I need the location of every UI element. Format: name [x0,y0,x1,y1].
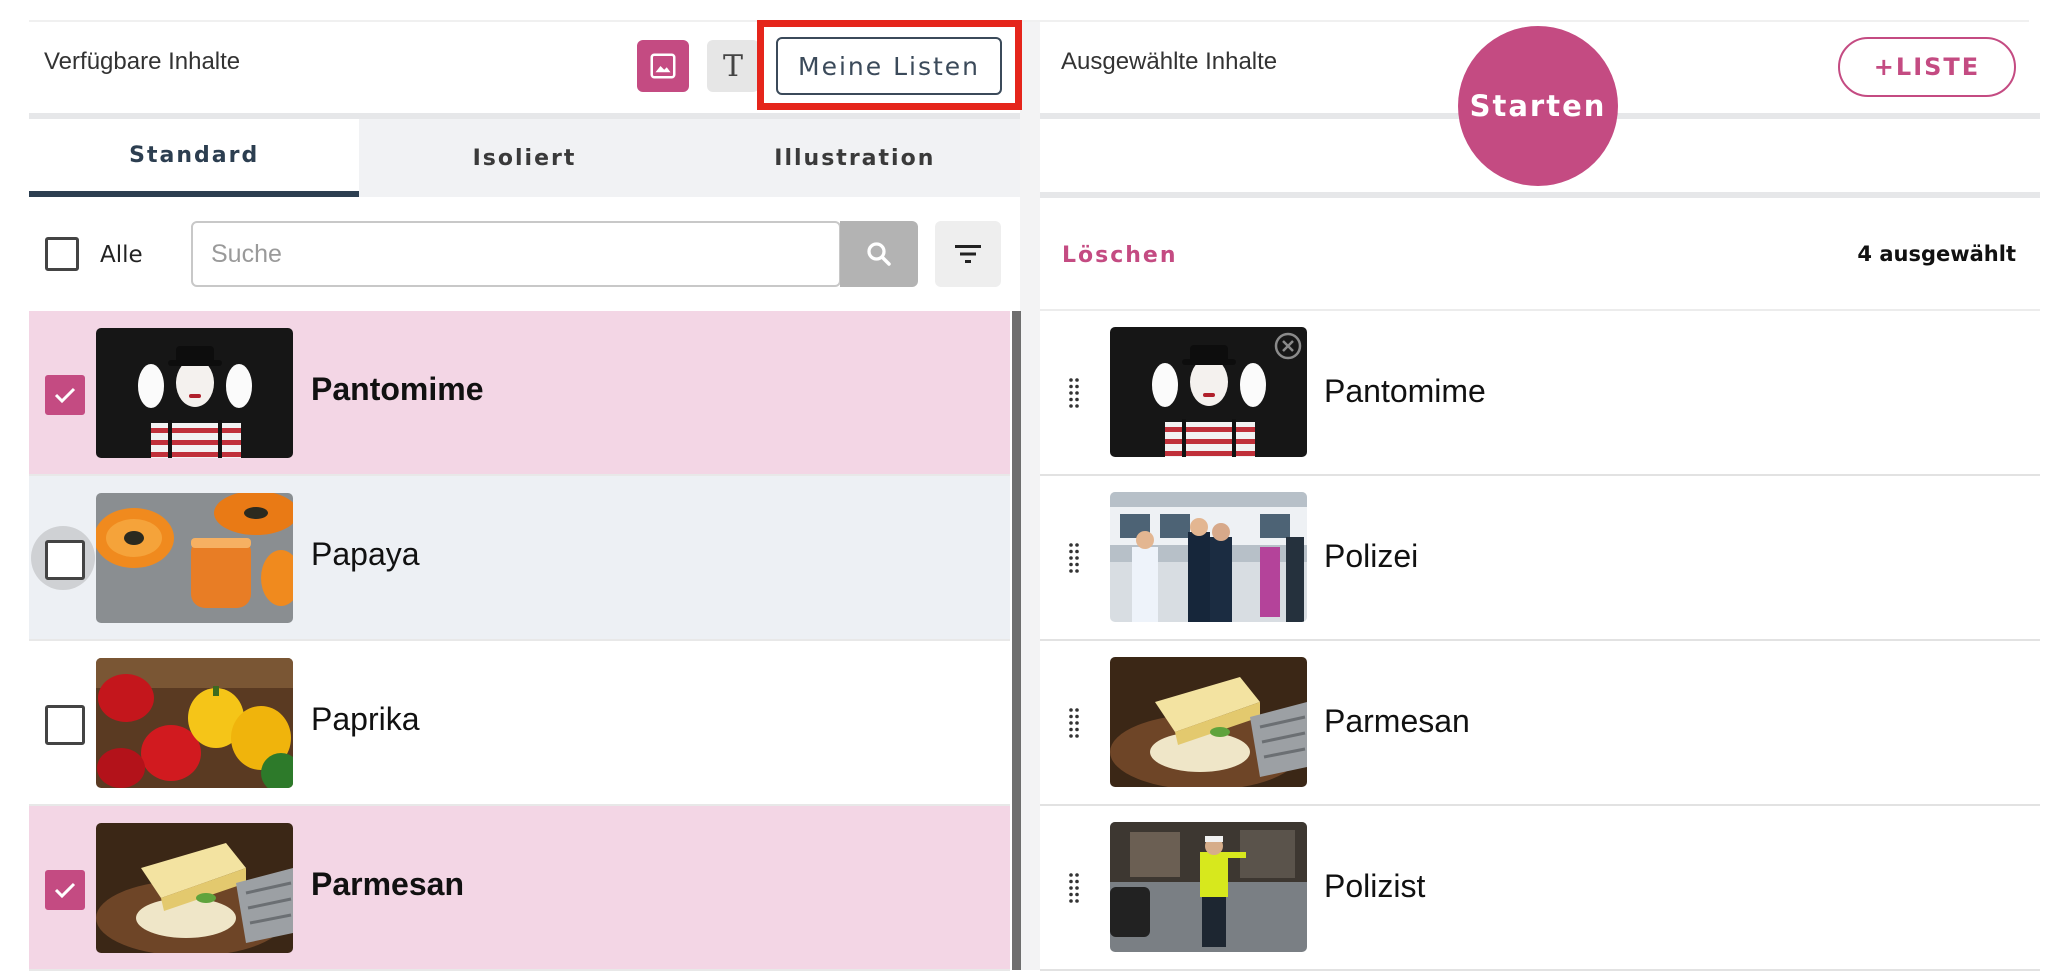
list-item[interactable]: Parmesan [29,806,1010,971]
item-thumbnail [1110,822,1307,952]
image-icon [650,53,676,79]
selected-item[interactable]: Polizei [1040,476,2040,641]
selected-content-title: Ausgewählte Inhalte [1061,48,1278,75]
list-item[interactable]: Paprika [29,641,1010,806]
drag-handle-icon[interactable] [1068,542,1080,574]
selected-list: Pantomime Polizei Parmesan Polizist [1040,311,2040,971]
top-divider [29,20,2029,22]
available-content-title: Verfügbare Inhalte [44,48,241,75]
tab-standard[interactable]: Standard [29,119,360,197]
filter-button[interactable] [935,221,1001,287]
item-thumbnail [96,328,293,458]
list-item[interactable]: Papaya [29,476,1010,641]
check-icon [54,387,76,404]
panel-separator [1020,20,1040,970]
filter-icon [955,245,981,263]
item-label: Parmesan [1324,703,1470,739]
drag-handle-icon[interactable] [1068,377,1080,409]
selected-item[interactable]: Pantomime [1040,311,2040,476]
item-label: Pantomime [1324,373,1486,409]
item-thumbnail [96,658,293,788]
available-list: Pantomime Papaya Paprika Parmesan [29,311,1010,971]
check-icon [54,882,76,899]
item-checkbox[interactable] [45,705,85,745]
my-lists-button[interactable]: Meine Listen [776,37,1002,95]
search-input[interactable] [193,223,839,285]
list-item[interactable]: Pantomime [29,311,1010,476]
right-toolbar-divider [1040,192,2040,198]
text-icon: T [722,48,743,84]
item-label: Pantomime [311,371,484,407]
drag-handle-icon[interactable] [1068,872,1080,904]
remove-icon[interactable] [1274,332,1302,360]
select-all-checkbox[interactable] [45,237,79,271]
item-thumbnail [96,823,293,953]
item-checkbox[interactable] [45,540,85,580]
item-thumbnail [1110,657,1307,787]
start-button[interactable]: Starten [1458,26,1618,186]
tab-isoliert[interactable]: Isoliert [359,119,689,197]
item-checkbox[interactable] [45,870,85,910]
search-button[interactable] [840,221,918,287]
item-checkbox[interactable] [45,375,85,415]
selected-count: 4 ausgewählt [1857,242,2016,266]
item-thumbnail [96,493,293,623]
drag-handle-icon[interactable] [1068,707,1080,739]
item-thumbnail [1110,492,1307,622]
list-scrollbar[interactable] [1012,311,1021,970]
item-thumbnail [1110,327,1307,457]
image-mode-button[interactable] [637,40,689,92]
select-all-label: Alle [100,242,143,268]
search-icon [867,242,891,266]
category-tabs: Standard Isoliert Illustration [29,119,1020,197]
tab-illustration[interactable]: Illustration [690,119,1020,197]
selected-item[interactable]: Polizist [1040,806,2040,971]
item-label: Papaya [311,536,420,572]
item-label: Polizei [1324,538,1419,574]
search-field [191,221,841,287]
selected-item[interactable]: Parmesan [1040,641,2040,806]
add-list-button[interactable]: +LISTE [1838,37,2016,97]
item-label: Paprika [311,701,420,737]
item-label: Parmesan [311,866,464,902]
text-mode-button[interactable]: T [707,40,759,92]
item-label: Polizist [1324,868,1426,904]
delete-button[interactable]: Löschen [1062,243,1178,268]
